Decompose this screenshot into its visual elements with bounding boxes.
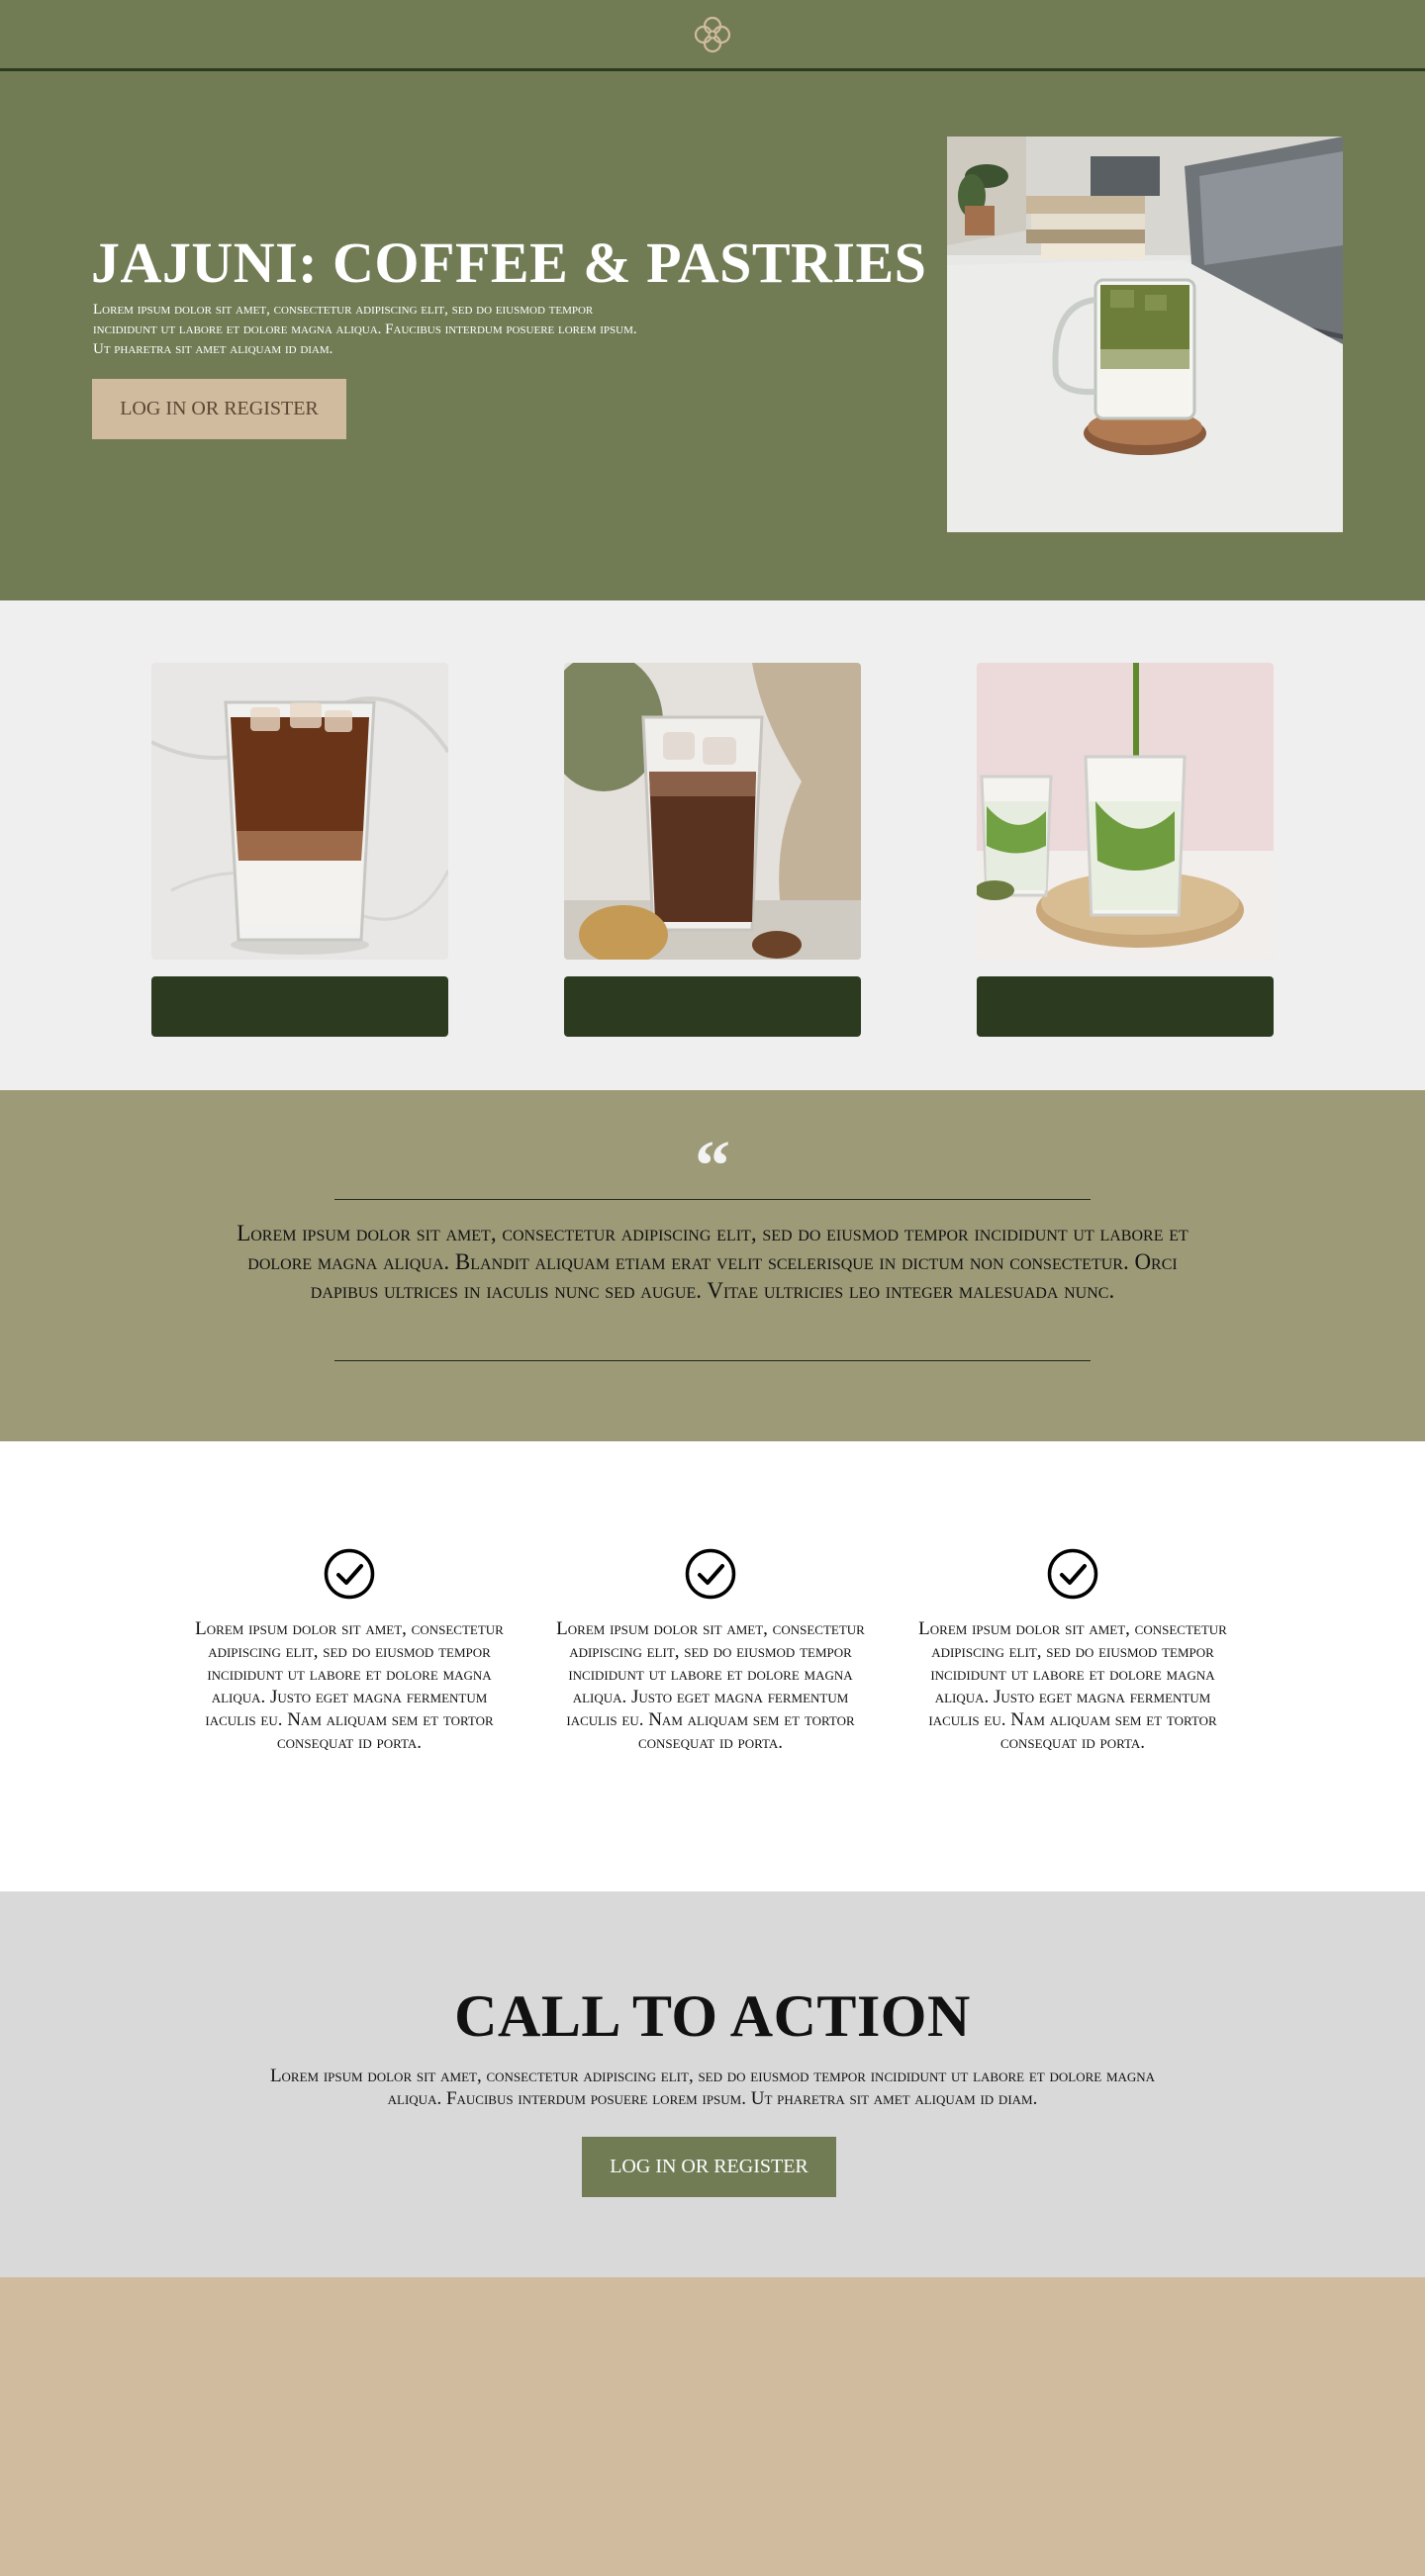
quote-mark-icon: “ [695,1126,730,1205]
product-button[interactable] [564,976,861,1037]
logo-icon[interactable] [691,13,734,56]
feature-item: Lorem ipsum dolor sit amet, consectetur … [547,1548,874,1754]
check-circle-icon [685,1548,736,1600]
product-card [151,663,448,1037]
cta-title: CALL TO ACTION [454,1983,971,2049]
check-circle-icon [324,1548,375,1600]
product-button[interactable] [977,976,1274,1037]
cta-login-register-button[interactable]: Log in or register [582,2137,836,2197]
quote-text: Lorem ipsum dolor sit amet, consectetur … [237,1221,1188,1303]
check-circle-icon [1047,1548,1098,1600]
feature-text: Lorem ipsum dolor sit amet, consectetur … [918,1618,1227,1753]
feature-item: Lorem ipsum dolor sit amet, consectetur … [186,1548,513,1754]
feature-item: Lorem ipsum dolor sit amet, consectetur … [909,1548,1236,1754]
cta-text: Lorem ipsum dolor sit amet, consectetur … [269,2066,1156,2109]
hero-title: JAJUNI: COFFEE & PASTRIES [91,230,927,295]
iced-mocha-drink-photo[interactable] [564,663,861,960]
iced-coffee-latte-photo[interactable] [151,663,448,960]
site-footer [0,2277,1425,2576]
site-header [0,0,1425,71]
product-button[interactable] [151,976,448,1037]
divider [334,1360,1091,1361]
hero-section: JAJUNI: COFFEE & PASTRIES Lorem ipsum do… [0,71,1425,600]
iced-matcha-latte-photo [947,137,1343,532]
hero-login-register-button[interactable]: Log in or register [92,379,346,439]
quatrefoil-flower-icon [694,16,731,52]
product-card [564,663,861,1037]
features-section: Lorem ipsum dolor sit amet, consectetur … [0,1441,1425,1891]
feature-text: Lorem ipsum dolor sit amet, consectetur … [195,1618,504,1753]
testimonial-section: “ Lorem ipsum dolor sit amet, consectetu… [0,1090,1425,1441]
product-card [977,663,1274,1037]
call-to-action-section: CALL TO ACTION Lorem ipsum dolor sit ame… [0,1891,1425,2277]
divider [334,1199,1091,1200]
matcha-pour-photo[interactable] [977,663,1274,960]
feature-text: Lorem ipsum dolor sit amet, consectetur … [556,1618,865,1753]
hero-subtitle: Lorem ipsum dolor sit amet, consectetur … [93,302,637,357]
product-gallery [0,600,1425,1090]
